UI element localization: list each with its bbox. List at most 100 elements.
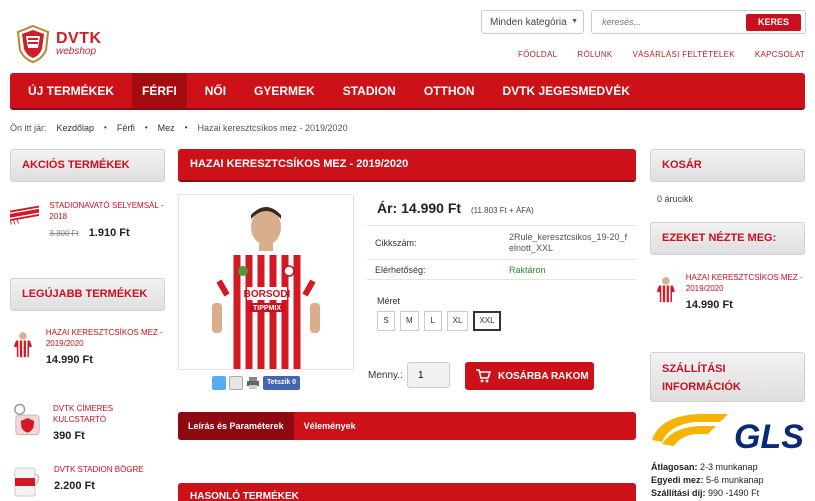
- sale-products-heading: AKCIÓS TERMÉKEK: [10, 149, 165, 182]
- top-link-terms[interactable]: VÁSÁRLÁSI FELTÉTELEK: [633, 50, 735, 59]
- newest-product-item[interactable]: DVTK CÍMERES KULCSTARTÓ 390 Ft: [10, 403, 165, 442]
- breadcrumb-current: Hazai keresztcsíkos mez - 2019/2020: [197, 123, 348, 133]
- price-value: 14.990 Ft: [401, 200, 462, 216]
- scarf-thumbnail: [10, 205, 40, 225]
- availability-label: Elérhetőség:: [367, 259, 501, 280]
- product-price: Ár: 14.990 Ft (11.803 Ft + ÁFA): [377, 200, 534, 216]
- recently-viewed-heading: EZEKET NÉZTE MEG:: [650, 222, 805, 255]
- recently-viewed-price: 14.990 Ft: [685, 299, 733, 311]
- product-title: HAZAI KERESZTCSÍKOS MEZ - 2019/2020: [178, 149, 636, 182]
- top-link-about[interactable]: RÓLUNK: [577, 50, 612, 59]
- site-logo[interactable]: DVTK webshop: [16, 24, 102, 64]
- breadcrumb-home[interactable]: Kezdőlap: [57, 123, 95, 133]
- newest-product-price: 2.200 Ft: [54, 480, 95, 492]
- breadcrumb-prefix: Ön itt jár:: [10, 123, 47, 133]
- gls-logo-text: GLS: [734, 418, 804, 454]
- category-select[interactable]: Minden kategória ▼: [481, 10, 584, 34]
- breadcrumb-separator: •: [184, 123, 188, 132]
- nav-item-home[interactable]: OTTHON: [414, 73, 485, 108]
- category-select-value: Minden kategória: [490, 17, 567, 28]
- breadcrumb-separator: •: [104, 123, 107, 132]
- chevron-down-icon: ▼: [571, 18, 578, 25]
- newest-products-heading: LEGÚJABB TERMÉKEK: [10, 278, 165, 311]
- size-option-xl[interactable]: XL: [446, 311, 469, 331]
- sku-value: 2Rule_keresztcsikos_19-20_felnott_XXL: [501, 225, 636, 260]
- similar-products-heading: HASONLÓ TERMÉKEK: [178, 483, 636, 501]
- ship-fee-label: Szállítási díj:: [651, 488, 706, 498]
- ship-avg-value: 2-3 munkanap: [700, 462, 758, 472]
- breadcrumb: Ön itt jár: Kezdőlap • Férfi • Mez • Haz…: [10, 123, 348, 133]
- recently-viewed-item[interactable]: HAZAI KERESZTCSÍKOS MEZ - 2019/2020 14.9…: [656, 272, 805, 311]
- logo-subtitle: webshop: [56, 46, 97, 57]
- ship-fee-value: 990 -1490 Ft: [708, 488, 760, 498]
- twitter-icon[interactable]: [212, 376, 226, 390]
- breadcrumb-separator: •: [144, 123, 148, 132]
- ship-custom-value: 5-6 munkanap: [706, 475, 764, 485]
- newest-product-item[interactable]: HAZAI KERESZTCSÍKOS MEZ - 2019/2020 14.9…: [10, 327, 165, 366]
- keychain-thumbnail: [14, 403, 40, 436]
- jersey-thumbnail: [656, 277, 675, 303]
- tab-reviews[interactable]: Vélemények: [294, 412, 366, 440]
- size-option-l[interactable]: L: [423, 311, 442, 331]
- jersey-sponsor-text-2: TIPPMIX: [253, 305, 281, 312]
- newest-product-item[interactable]: DVTK STADION BÖGRE 2.200 Ft: [10, 464, 165, 500]
- sale-product-price: 1.910 Ft: [88, 227, 130, 239]
- search-bar: KERES: [591, 10, 806, 34]
- top-link-contact[interactable]: KAPCSOLAT: [755, 50, 805, 59]
- main-nav: ÚJ TERMÉKEK FÉRFI NŐI GYERMEK STADION OT…: [10, 73, 805, 110]
- top-links: FŐOLDAL RÓLUNK VÁSÁRLÁSI FELTÉTELEK KAPC…: [518, 50, 805, 59]
- recently-viewed-name: HAZAI KERESZTCSÍKOS MEZ - 2019/2020: [685, 273, 803, 293]
- quantity-input[interactable]: [407, 362, 450, 388]
- shipping-info-heading: SZÁLLÍTÁSI INFORMÁCIÓK: [650, 352, 805, 402]
- nav-item-stadium[interactable]: STADION: [333, 73, 406, 108]
- search-button[interactable]: KERES: [746, 14, 801, 31]
- nav-item-women[interactable]: NŐI: [195, 73, 236, 108]
- add-to-cart-label: KOSÁRBA RAKOM: [498, 370, 589, 382]
- email-icon[interactable]: [229, 376, 243, 390]
- newest-product-name: HAZAI KERESZTCSÍKOS MEZ - 2019/2020: [45, 328, 163, 348]
- sale-product-name: STADIONAVATÓ SELYEMSÁL - 2018: [49, 201, 164, 221]
- price-label: Ár:: [377, 200, 398, 216]
- availability-value: Raktáron: [501, 259, 636, 280]
- newest-product-price: 390 Ft: [53, 430, 85, 442]
- top-link-home[interactable]: FŐOLDAL: [518, 50, 557, 59]
- ship-avg-label: Átlagosan:: [651, 462, 698, 472]
- facebook-like-button[interactable]: Tetszik 0: [263, 376, 301, 390]
- nav-item-kids[interactable]: GYERMEK: [244, 73, 325, 108]
- product-specs: Cikkszám: 2Rule_keresztcsikos_19-20_feln…: [367, 225, 636, 280]
- club-crest-icon: [16, 24, 50, 64]
- nav-item-new[interactable]: ÚJ TERMÉKEK: [18, 73, 124, 108]
- sku-label: Cikkszám:: [367, 225, 501, 260]
- cart-icon: [476, 369, 491, 383]
- size-option-s[interactable]: S: [377, 311, 395, 331]
- nav-item-hockey[interactable]: DVTK JEGESMEDVÉK: [493, 73, 640, 108]
- search-input[interactable]: [602, 17, 732, 27]
- tab-description[interactable]: Leírás és Paraméterek: [178, 412, 294, 440]
- newest-product-name: DVTK STADION BÖGRE: [54, 465, 144, 474]
- add-to-cart-button[interactable]: KOSÁRBA RAKOM: [465, 362, 594, 390]
- shipping-details: Átlagosan: 2-3 munkanap Egyedi mez: 5-6 …: [651, 461, 764, 500]
- size-option-xxl[interactable]: XXL: [473, 311, 501, 331]
- newest-product-name: DVTK CÍMERES KULCSTARTÓ: [53, 404, 114, 424]
- cart-count: 0 árucikk: [657, 194, 694, 204]
- size-option-m[interactable]: M: [400, 311, 419, 331]
- product-tabs: Leírás és Paraméterek Vélemények: [178, 412, 636, 440]
- size-options: S M L XL XXL: [377, 311, 501, 331]
- newest-product-price: 14.990 Ft: [45, 354, 93, 366]
- breadcrumb-men[interactable]: Férfi: [117, 123, 135, 133]
- print-icon[interactable]: [246, 376, 260, 390]
- breadcrumb-jersey[interactable]: Mez: [158, 123, 175, 133]
- sale-product-item[interactable]: STADIONAVATÓ SELYEMSÁL - 2018 3.300 Ft 1.…: [10, 200, 165, 239]
- nav-item-men[interactable]: FÉRFI: [132, 73, 187, 108]
- product-image[interactable]: BORSODI TIPPMIX: [178, 194, 354, 370]
- jersey-sponsor-text: BORSODI: [244, 289, 291, 300]
- gls-logo: GLS: [652, 414, 804, 454]
- jersey-thumbnail: [13, 332, 33, 358]
- ship-custom-label: Egyedi mez:: [651, 475, 704, 485]
- size-label: Méret: [377, 296, 401, 306]
- logo-wordmark: DVTK: [56, 30, 102, 47]
- share-row: Tetszik 0: [212, 376, 301, 390]
- price-net: (11.803 Ft + ÁFA): [470, 206, 534, 215]
- sale-product-old-price: 3.300 Ft: [49, 229, 79, 238]
- cart-heading: KOSÁR: [650, 149, 805, 182]
